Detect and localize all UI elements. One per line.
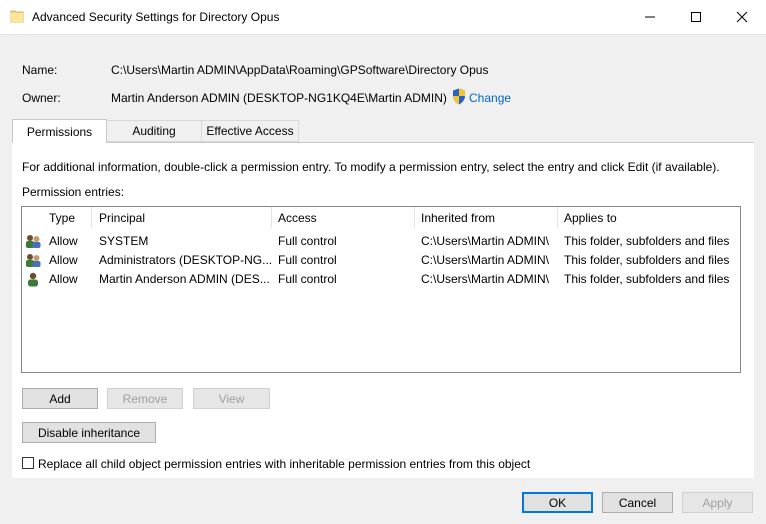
table-row[interactable]: Allow Administrators (DESKTOP-NG... Full… [22,252,740,271]
table-row[interactable]: Allow SYSTEM Full control C:\Users\Marti… [22,233,740,252]
row-access: Full control [278,234,337,248]
maximize-icon [691,12,701,22]
row-type: Allow [49,234,78,248]
name-value: C:\Users\Martin ADMIN\AppData\Roaming\GP… [111,63,489,77]
group-users-icon [26,254,41,267]
info-text: For additional information, double-click… [22,160,720,174]
tab-permissions[interactable]: Permissions [12,119,107,143]
row-principal: Administrators (DESKTOP-NG... [99,253,271,267]
window-title: Advanced Security Settings for Directory… [32,10,280,24]
disable-inheritance-button[interactable]: Disable inheritance [22,422,156,443]
row-inherited-from: C:\Users\Martin ADMIN\ [421,272,550,286]
remove-button[interactable]: Remove [107,388,183,409]
column-divider[interactable] [414,207,415,228]
row-type: Allow [49,253,78,267]
table-row[interactable]: Allow Martin Anderson ADMIN (DES... Full… [22,271,740,290]
replace-child-permissions-label[interactable]: Replace all child object permission entr… [38,457,530,471]
apply-button[interactable]: Apply [682,492,753,513]
row-access: Full control [278,272,337,286]
add-button[interactable]: Add [22,388,98,409]
row-type: Allow [49,272,78,286]
row-applies-to: This folder, subfolders and files [564,253,730,267]
column-divider[interactable] [91,207,92,228]
folder-icon [10,10,24,23]
permission-entries-label: Permission entries: [22,185,125,199]
cancel-button[interactable]: Cancel [602,492,673,513]
uac-shield-icon [453,88,465,105]
maximize-button[interactable] [674,0,718,34]
change-owner-link[interactable]: Change [469,91,511,105]
close-button[interactable] [720,0,764,34]
row-applies-to: This folder, subfolders and files [564,272,730,286]
view-button[interactable]: View [193,388,270,409]
owner-label: Owner: [22,91,61,105]
row-applies-to: This folder, subfolders and files [564,234,730,248]
name-label: Name: [22,63,58,77]
row-access: Full control [278,253,337,267]
column-header-inherited-from[interactable]: Inherited from [421,211,495,225]
row-inherited-from: C:\Users\Martin ADMIN\ [421,253,550,267]
row-principal: SYSTEM [99,234,149,248]
row-inherited-from: C:\Users\Martin ADMIN\ [421,234,550,248]
tab-effective-access[interactable]: Effective Access [201,120,299,142]
single-user-icon [28,272,38,287]
owner-value: Martin Anderson ADMIN (DESKTOP-NG1KQ4E\M… [111,91,447,105]
row-principal: Martin Anderson ADMIN (DES... [99,272,270,286]
tab-auditing[interactable]: Auditing [106,120,202,142]
ok-button[interactable]: OK [522,492,593,513]
column-header-principal[interactable]: Principal [99,211,145,225]
column-divider[interactable] [271,207,272,228]
minimize-button[interactable] [628,0,672,34]
replace-child-permissions-checkbox[interactable] [22,457,34,469]
group-users-icon [26,235,41,248]
minimize-icon [645,16,655,18]
column-header-type[interactable]: Type [49,211,75,225]
column-divider[interactable] [557,207,558,228]
title-bar[interactable]: Advanced Security Settings for Directory… [0,0,766,35]
column-header-applies-to[interactable]: Applies to [564,211,617,225]
column-header-access[interactable]: Access [278,211,317,225]
close-icon [736,11,748,23]
